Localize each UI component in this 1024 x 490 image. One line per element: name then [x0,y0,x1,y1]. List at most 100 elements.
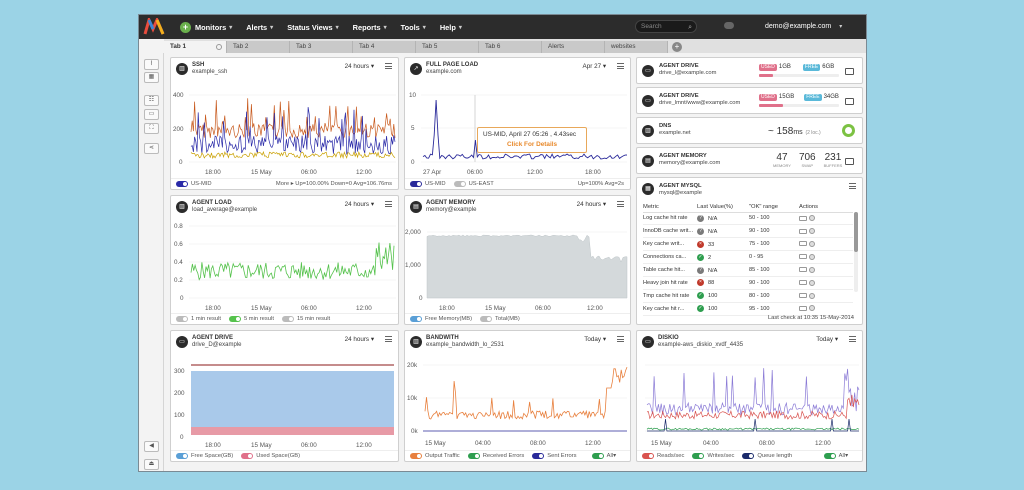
legend-output-traffic[interactable]: Output Traffic [410,453,460,459]
delete-action-icon[interactable] [809,266,815,273]
chart-action-icon[interactable] [799,267,807,273]
range-selector[interactable]: 24 hours ▾ [345,336,374,343]
menu-icon[interactable] [385,201,392,207]
legend-writes[interactable]: Writes/sec [692,453,734,459]
window-icon[interactable] [845,98,854,105]
search-input[interactable]: Search ⌕ [635,20,697,33]
toggle-icon [532,453,545,459]
tab-websites[interactable]: websites [605,41,668,53]
nav-reports[interactable]: Reports ▾ [353,23,387,32]
legend-5min[interactable]: 5 min result [228,316,274,322]
usage-bar [759,104,839,107]
legend-sent-errors[interactable]: Sent Errors [532,453,577,459]
menu-icon[interactable] [617,336,624,342]
menu-icon[interactable] [385,63,392,69]
caret-down-icon: ▾ [422,24,426,31]
column-header: Metric [643,202,697,213]
chart-action-icon[interactable] [799,280,807,286]
widget-title: SSH [192,62,205,68]
legend-us-mid[interactable]: US-MID [176,181,212,187]
window-icon[interactable] [845,68,854,75]
chart-action-icon[interactable] [799,228,807,234]
delete-action-icon[interactable] [809,240,815,247]
widget-title: AGENT LOAD [192,200,232,206]
brand-logo[interactable] [143,18,165,36]
menu-icon[interactable] [849,336,856,342]
fullscreen-icon[interactable]: ⛶ [144,123,159,134]
last-value-text: N/A [708,228,718,235]
chart-icon[interactable]: ⌇ [144,59,159,70]
chart-action-icon[interactable] [799,293,807,299]
memory-icon: ▤ [410,201,422,213]
settings-icon[interactable] [216,44,222,50]
table-row: Heavy join hit rate × 88 90 - 100 [643,276,853,290]
user-menu[interactable]: demo@example.com ▾ [765,15,842,39]
nav-tools[interactable]: Tools ▾ [401,23,426,32]
window-icon[interactable] [845,158,854,165]
tab-alerts[interactable]: Alerts [542,41,605,53]
legend-all[interactable]: All ▾ [823,453,848,459]
layout-icon[interactable]: ☷ [144,95,159,106]
legend-free-space[interactable]: Free Space(GB) [176,453,233,459]
search-icon[interactable]: ⌕ [688,22,692,33]
legend-1min[interactable]: 1 min result [176,316,221,322]
legend-received-errors[interactable]: Received Errors [467,453,524,459]
scrollbar-thumb[interactable] [854,212,858,252]
menu-icon[interactable] [385,336,392,342]
y-tick: 0.6 [174,241,183,248]
delete-action-icon[interactable] [809,215,815,222]
calendar-icon[interactable]: ▦ [144,72,159,83]
nav-status-views[interactable]: Status Views ▾ [287,23,338,32]
legend-free-memory[interactable]: Free Memory(MB) [410,316,472,322]
plus-icon[interactable]: + [180,21,191,33]
tab-5[interactable]: Tab 5 [416,41,479,53]
delete-action-icon[interactable] [809,279,815,286]
range-selector[interactable]: Today ▾ [584,336,606,343]
menu-icon[interactable] [617,201,624,207]
tab-6[interactable]: Tab 6 [479,41,542,53]
range-selector[interactable]: Apr 27 ▾ [583,63,606,70]
menu-icon[interactable] [849,183,856,189]
delete-action-icon[interactable] [809,228,815,235]
chart-action-icon[interactable] [799,241,807,247]
delete-action-icon[interactable] [809,292,815,299]
nav-alerts[interactable]: Alerts ▾ [246,23,273,32]
legend-queue[interactable]: Queue length [742,453,792,459]
legend-15min[interactable]: 15 min result [281,316,330,322]
legend-total[interactable]: Total(MB) [480,316,520,322]
last-value: ✓ 2 [697,250,749,265]
used-value: 1GB [778,64,791,70]
delete-action-icon[interactable] [809,305,815,312]
tab-3[interactable]: Tab 3 [290,41,353,53]
delete-action-icon[interactable] [809,253,815,260]
legend-reads[interactable]: Reads/sec [642,453,684,459]
chart-action-icon[interactable] [799,215,807,221]
legend-used-space[interactable]: Used Space(GB) [241,453,300,459]
range-selector[interactable]: 24 hours ▾ [577,201,606,208]
legend-us-mid[interactable]: US-MID [410,181,446,187]
megaphone-icon[interactable]: ◀ [144,441,159,452]
add-tab-icon[interactable]: + [672,42,682,52]
chart-action-icon[interactable] [799,254,807,260]
range-selector[interactable]: Today ▾ [816,336,838,343]
legend-us-east[interactable]: US-EAST [453,181,494,187]
chart-action-icon[interactable] [799,305,807,311]
tab-1[interactable]: Tab 1 [164,41,227,53]
tooltip-link[interactable]: Click For Details [483,141,581,148]
nav-monitors[interactable]: + Monitors ▾ [180,21,232,33]
menu-icon[interactable] [617,63,624,69]
x-tick: 27 Apr [423,169,441,176]
cloud-icon[interactable] [724,22,734,29]
tab-2[interactable]: Tab 2 [227,41,290,53]
scrollbar[interactable] [854,212,858,292]
window-icon[interactable]: ▭ [144,109,159,120]
eject-icon[interactable]: ⏏ [144,459,159,470]
legend-all[interactable]: All ▾ [591,453,616,459]
toggle-icon [410,453,422,459]
nav-help[interactable]: Help ▾ [440,23,462,32]
range-selector[interactable]: 24 hours ▾ [345,201,374,208]
range-selector[interactable]: 24 hours ▾ [345,63,374,70]
tab-4[interactable]: Tab 4 [353,41,416,53]
x-tick: 06:00 [301,169,317,176]
share-icon[interactable]: ⋖ [144,143,159,154]
